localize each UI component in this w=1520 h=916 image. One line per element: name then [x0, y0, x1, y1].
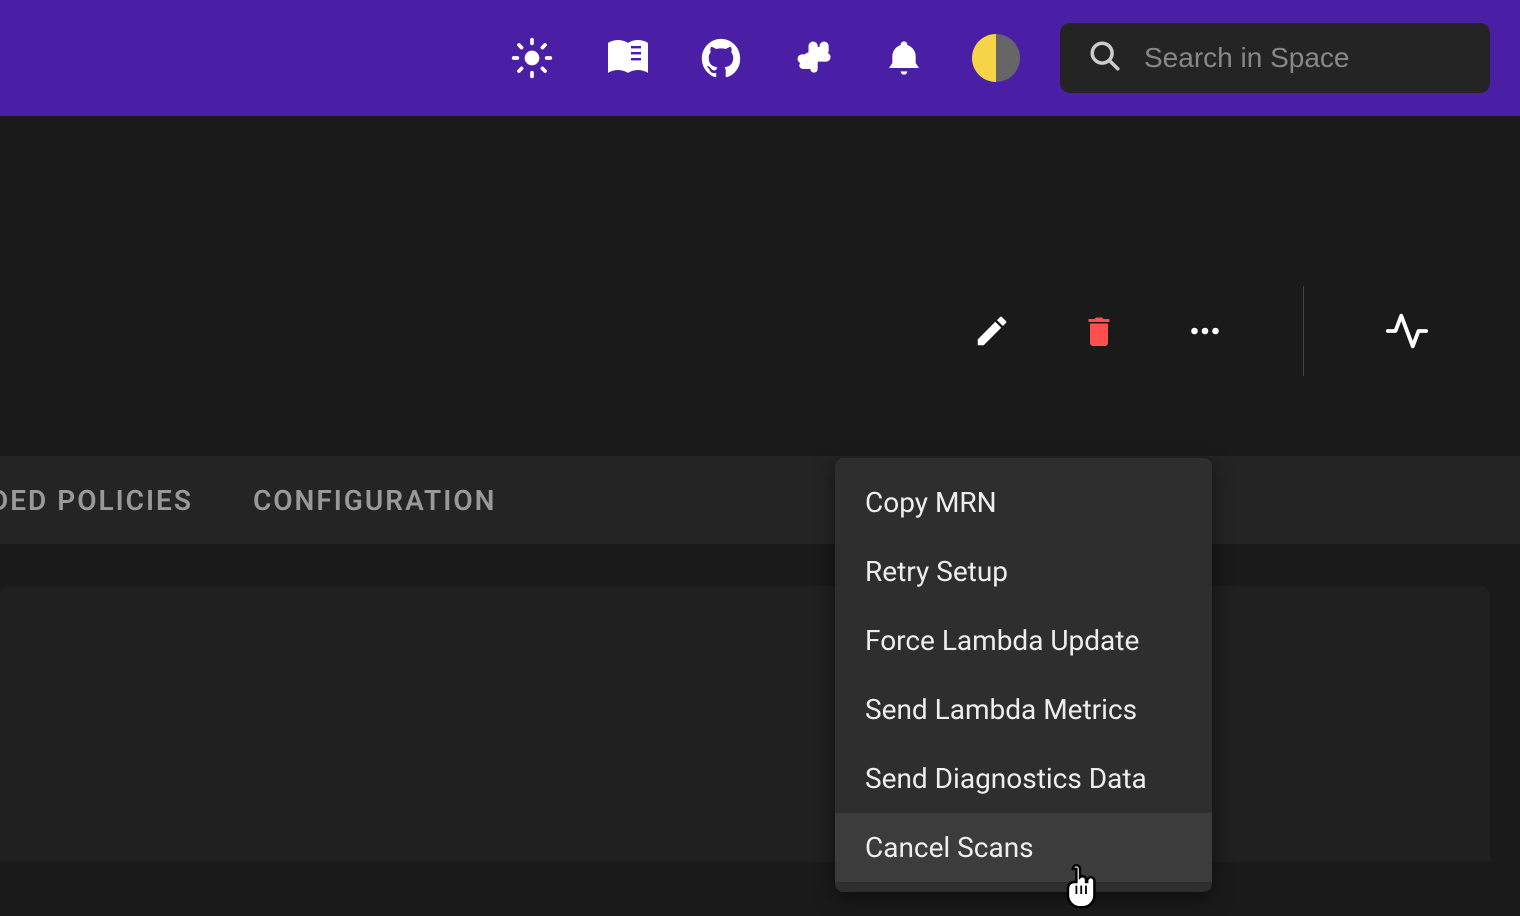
activity-button[interactable]	[1384, 308, 1430, 354]
topbar	[0, 0, 1520, 116]
tab-policies[interactable]: DED POLICIES	[0, 484, 193, 517]
bell-icon[interactable]	[884, 38, 924, 78]
search-icon	[1088, 39, 1122, 77]
toolbar-divider	[1303, 286, 1304, 376]
slack-icon[interactable]	[792, 36, 836, 80]
edit-button[interactable]	[973, 312, 1011, 350]
content-panel	[0, 586, 1490, 862]
search-box[interactable]	[1060, 23, 1490, 93]
menu-cancel-scans[interactable]: Cancel Scans	[835, 813, 1212, 882]
menu-retry-setup[interactable]: Retry Setup	[835, 537, 1212, 606]
book-icon[interactable]	[602, 34, 650, 82]
delete-button[interactable]	[1081, 313, 1117, 349]
topbar-icons	[510, 34, 1020, 82]
menu-copy-mrn[interactable]: Copy MRN	[835, 468, 1212, 537]
theme-toggle-icon[interactable]	[972, 34, 1020, 82]
tabs-bar: DED POLICIES CONFIGURATION	[0, 456, 1520, 544]
action-toolbar	[973, 286, 1430, 376]
github-icon[interactable]	[698, 35, 744, 81]
menu-force-lambda-update[interactable]: Force Lambda Update	[835, 606, 1212, 675]
tab-configuration[interactable]: CONFIGURATION	[253, 484, 497, 517]
menu-send-lambda-metrics[interactable]: Send Lambda Metrics	[835, 675, 1212, 744]
more-button[interactable]	[1187, 313, 1223, 349]
search-input[interactable]	[1144, 42, 1505, 74]
more-dropdown-menu: Copy MRN Retry Setup Force Lambda Update…	[835, 458, 1212, 892]
menu-send-diagnostics-data[interactable]: Send Diagnostics Data	[835, 744, 1212, 813]
brightness-icon[interactable]	[510, 36, 554, 80]
content-area: DED POLICIES CONFIGURATION Copy MRN Retr…	[0, 116, 1520, 862]
